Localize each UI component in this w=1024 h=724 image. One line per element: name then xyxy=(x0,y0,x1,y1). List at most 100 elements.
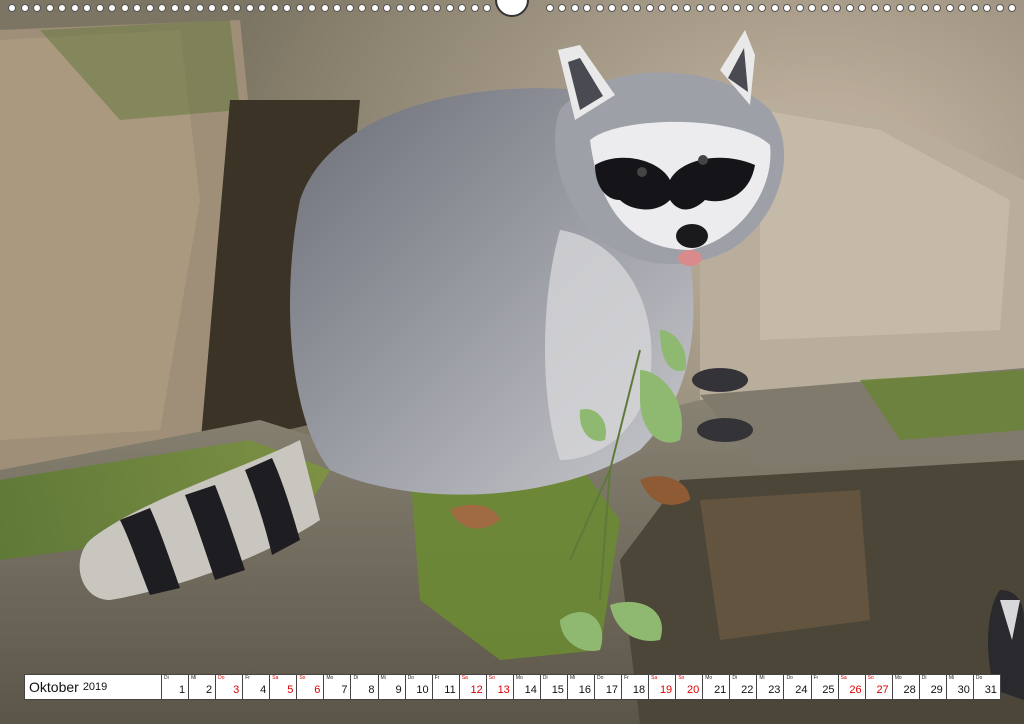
binding-hole xyxy=(870,4,879,12)
month-year: 2019 xyxy=(82,681,108,693)
day-cell: So 13 xyxy=(487,675,514,699)
day-weekday: Do xyxy=(597,675,604,681)
day-number: 26 xyxy=(849,684,862,696)
day-weekday: Fr xyxy=(624,675,629,681)
day-number: 15 xyxy=(551,684,564,696)
binding-hole xyxy=(158,4,166,12)
day-cell: Fr 4 xyxy=(243,675,271,699)
day-cell: Mo 28 xyxy=(893,675,920,699)
binding-hole xyxy=(83,4,91,12)
binding-hole xyxy=(283,4,291,12)
binding-hole xyxy=(220,4,229,12)
day-cell: Mi 9 xyxy=(379,675,406,699)
day-weekday: Do xyxy=(218,675,225,681)
day-cell: Do 17 xyxy=(595,675,623,699)
binding-hole xyxy=(445,4,454,12)
day-number: 11 xyxy=(444,684,456,696)
binding-hole xyxy=(270,4,279,12)
binding-hole xyxy=(45,4,54,12)
binding-hole xyxy=(833,4,841,12)
binding-hole xyxy=(983,4,991,12)
day-cell: So 6 xyxy=(297,675,325,699)
day-weekday: Di xyxy=(542,675,548,681)
day-number: 27 xyxy=(876,684,889,696)
day-cell: Sa 26 xyxy=(839,675,866,699)
day-number: 10 xyxy=(416,684,429,696)
binding-hole xyxy=(458,4,466,12)
day-cell: Mo 14 xyxy=(514,675,541,699)
hanger-loop xyxy=(495,0,529,17)
day-cell: So 27 xyxy=(866,675,893,699)
binding-hole xyxy=(395,4,404,12)
day-number: 23 xyxy=(768,684,781,696)
day-weekday: Sa xyxy=(651,675,658,681)
binding-hole xyxy=(558,4,566,12)
day-number: 31 xyxy=(984,684,997,696)
binding-hole xyxy=(420,4,429,12)
binding-hole xyxy=(758,4,766,12)
binding-hole xyxy=(720,4,729,12)
binding-hole xyxy=(58,4,66,12)
day-weekday: Mo xyxy=(515,675,523,681)
day-weekday: So xyxy=(299,675,306,681)
day-weekday: Mo xyxy=(894,675,902,681)
day-number: 5 xyxy=(287,684,294,696)
day-weekday: Di xyxy=(921,675,927,681)
binding-hole xyxy=(820,4,829,12)
day-weekday: Mi xyxy=(759,675,765,681)
day-weekday: Fr xyxy=(813,675,819,681)
binding-hole xyxy=(195,4,204,12)
day-number: 22 xyxy=(741,684,754,696)
day-number: 18 xyxy=(632,684,646,696)
day-number: 9 xyxy=(395,684,402,696)
binding-hole xyxy=(145,4,154,12)
day-number: 4 xyxy=(260,684,267,696)
binding-hole xyxy=(708,4,716,12)
binding-hole xyxy=(695,4,704,12)
binding-hole xyxy=(770,4,779,12)
binding-hole xyxy=(858,4,866,12)
day-cell: Di 15 xyxy=(541,675,568,699)
day-cell: Mo 7 xyxy=(324,675,352,699)
day-weekday: Fr xyxy=(245,675,250,681)
day-weekday: Sa xyxy=(461,675,468,681)
binding-hole xyxy=(970,4,979,12)
day-number: 6 xyxy=(314,684,321,696)
day-cell: Mi 30 xyxy=(947,675,974,699)
binding-hole xyxy=(645,4,654,12)
day-weekday: Di xyxy=(164,675,169,681)
calendar-strip: Oktober 2019 Di 1 Mi 2 Do 3 Fr 4 Sa 5 So 6 Mo 7 Di 8 Mi 9… xyxy=(24,674,1001,700)
day-cell: Do 24 xyxy=(784,675,812,699)
day-weekday: Mo xyxy=(705,675,713,681)
day-cell: Di 8 xyxy=(351,675,379,699)
binding-hole xyxy=(433,4,441,12)
day-number: 3 xyxy=(233,684,240,696)
binding-hole xyxy=(108,4,116,12)
binding-hole xyxy=(958,4,966,12)
day-number: 13 xyxy=(497,684,510,696)
binding-hole xyxy=(483,4,491,12)
day-weekday: Do xyxy=(407,675,414,681)
binding-hole xyxy=(8,4,16,12)
day-number: 7 xyxy=(341,684,348,696)
day-number: 20 xyxy=(687,684,700,696)
binding-hole xyxy=(845,4,854,12)
day-weekday: Mi xyxy=(380,675,386,681)
day-cell: Fr 25 xyxy=(812,675,839,699)
day-cell: Di 22 xyxy=(730,675,758,699)
binding-hole xyxy=(370,4,379,12)
day-weekday: Fr xyxy=(434,675,440,681)
binding-hole xyxy=(233,4,241,12)
day-weekday: Do xyxy=(975,675,983,681)
binding-hole xyxy=(95,4,104,12)
binding-hole xyxy=(945,4,954,12)
raccoon-photo xyxy=(0,0,1024,724)
binding-hole xyxy=(245,4,254,12)
day-cell: Mi 16 xyxy=(568,675,595,699)
day-weekday: Mi xyxy=(948,675,955,681)
day-number: 8 xyxy=(368,684,375,696)
binding-hole xyxy=(470,4,479,12)
binding-hole xyxy=(320,4,329,12)
day-number: 14 xyxy=(524,684,537,696)
binding-hole xyxy=(308,4,316,12)
